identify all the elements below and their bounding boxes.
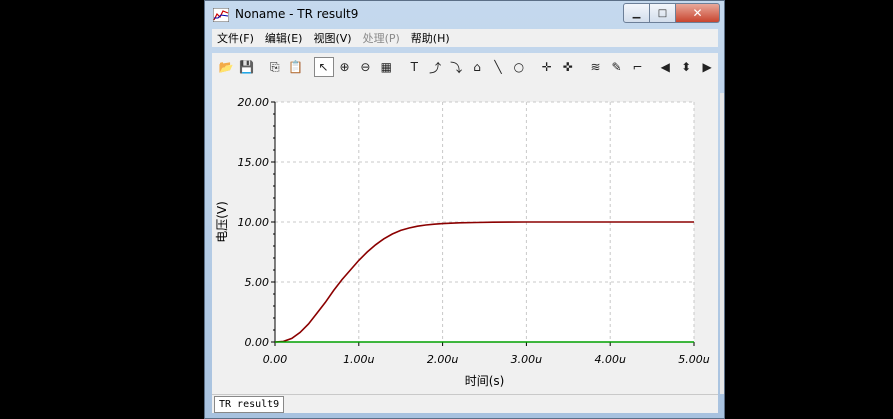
x-tick-label: 4.00u — [594, 353, 625, 366]
curve-label-button[interactable]: ⤴ — [425, 57, 445, 77]
grid-button[interactable]: ▦ — [376, 57, 396, 77]
zoom-out-100-button[interactable]: ⊖ — [355, 57, 375, 77]
cursor-b-icon: ✜ — [562, 60, 573, 74]
minimize-button[interactable]: ▁ — [623, 3, 650, 23]
menu-item-4[interactable]: 帮助(H) — [406, 30, 456, 46]
circle-tool-button[interactable]: ○ — [509, 57, 529, 77]
scroll-left-icon: ◀ — [660, 60, 670, 74]
cursor-a-icon: ✛ — [541, 60, 552, 74]
paste-button[interactable]: 📋 — [286, 57, 306, 77]
circle-tool-icon: ○ — [513, 60, 525, 74]
zoom-in-icon: ⊕ — [339, 60, 350, 74]
cursor-b-button[interactable]: ✜ — [558, 57, 578, 77]
pointer-icon: ↖ — [318, 60, 329, 74]
curve-label-z-button[interactable]: ⤵ — [446, 57, 466, 77]
save-icon: 💾 — [239, 60, 255, 74]
status-bar: TR result9 — [212, 394, 718, 413]
zoom-in-button[interactable]: ⊕ — [335, 57, 355, 77]
menu-bar: 文件(F) 编辑(E) 视图(V) 处理(P) 帮助(H) — [212, 29, 718, 47]
menu-item-0[interactable]: 文件(F) — [212, 30, 260, 46]
menu-item-3[interactable]: 处理(P) — [358, 30, 406, 46]
marker-icon: ⌐ — [632, 60, 643, 74]
line-tool-button[interactable]: ╲ — [488, 57, 508, 77]
menu-item-1[interactable]: 编辑(E) — [260, 30, 309, 46]
x-tick-label: 1.00u — [343, 353, 374, 366]
close-icon: ✕ — [692, 6, 703, 20]
toolbar: 📂 💾 ⎘ 📋 ↖ ⊕ ⊖ ▦ T ⤴ ⤵ ⌂ ╲ ○ ✛ ✜ ≋ ✎ ⌐ ◀ ⬍ ▶ — [212, 53, 718, 81]
cursor-a-button[interactable]: ✛ — [537, 57, 557, 77]
pen-icon: ✎ — [611, 60, 622, 74]
grid-icon: ▦ — [380, 60, 393, 74]
paste-icon: 📋 — [288, 60, 304, 74]
minimize-icon: ▁ — [632, 7, 641, 19]
scroll-right-button[interactable]: ▶ — [697, 57, 717, 77]
app-window: Noname - TR result9 ▁ □ ✕ 文件(F) 编辑(E) 视图(V… — [204, 0, 725, 419]
copy-button[interactable]: ⎘ — [265, 57, 285, 77]
open-button[interactable]: 📂 — [216, 57, 236, 77]
maximize-button[interactable]: □ — [650, 3, 676, 23]
text-tool-icon: T — [410, 60, 418, 74]
y-tick-label: 20.00 — [238, 96, 270, 109]
y-axis-label: 电压(V) — [215, 201, 229, 243]
add-curve-button[interactable]: ≋ — [586, 57, 606, 77]
copy-icon: ⎘ — [269, 59, 280, 74]
y-tick-label: 5.00 — [245, 276, 270, 289]
pen-button[interactable]: ✎ — [607, 57, 627, 77]
y-tick-label: 0.00 — [245, 336, 270, 349]
chart-area: 0.00 1.00u 2.00u 3.00u 4.00u 5.00u 0.00 5.00 10.… — [212, 81, 718, 394]
marker-button[interactable]: ⌐ — [627, 57, 647, 77]
scroll-right-icon: ▶ — [702, 60, 712, 74]
window-title: Noname - TR result9 — [235, 7, 359, 21]
y-tick-label: 10.00 — [238, 216, 270, 229]
x-tick-label: 3.00u — [511, 353, 542, 366]
add-curve-icon: ≋ — [590, 60, 601, 74]
close-button[interactable]: ✕ — [676, 3, 720, 23]
text-tool-button[interactable]: T — [404, 57, 424, 77]
open-icon: 📂 — [218, 60, 234, 74]
curve-label-value-button[interactable]: ⌂ — [467, 57, 487, 77]
x-tick-label: 2.00u — [427, 353, 458, 366]
x-tick-label: 5.00u — [678, 353, 709, 366]
maximize-icon: □ — [657, 7, 668, 19]
menu-item-2[interactable]: 视图(V) — [308, 30, 357, 46]
curve-label-z-icon: ⤵ — [450, 60, 463, 75]
app-icon — [213, 8, 229, 22]
result-tab[interactable]: TR result9 — [214, 396, 285, 413]
line-tool-icon: ╲ — [494, 60, 502, 74]
x-tick-label: 0.00 — [263, 353, 288, 366]
zoom-out-100-icon: ⊖ — [360, 60, 371, 74]
y-tick-label: 15.00 — [238, 156, 270, 169]
title-bar[interactable]: Noname - TR result9 ▁ □ ✕ — [205, 1, 724, 29]
curve-label-value-icon: ⌂ — [473, 60, 481, 74]
x-axis-label: 时间(s) — [465, 374, 505, 388]
save-button[interactable]: 💾 — [237, 57, 257, 77]
scroll-left-button[interactable]: ◀ — [655, 57, 675, 77]
transient-result-chart[interactable]: 0.00 1.00u 2.00u 3.00u 4.00u 5.00u 0.00 5.00 10.… — [212, 81, 718, 394]
scroll-up-down-button[interactable]: ⬍ — [676, 57, 696, 77]
curve-label-icon: ⤴ — [429, 60, 442, 75]
pointer-button[interactable]: ↖ — [313, 57, 334, 77]
scroll-up-down-icon: ⬍ — [681, 60, 692, 74]
vertical-scrollbar[interactable] — [720, 93, 724, 394]
